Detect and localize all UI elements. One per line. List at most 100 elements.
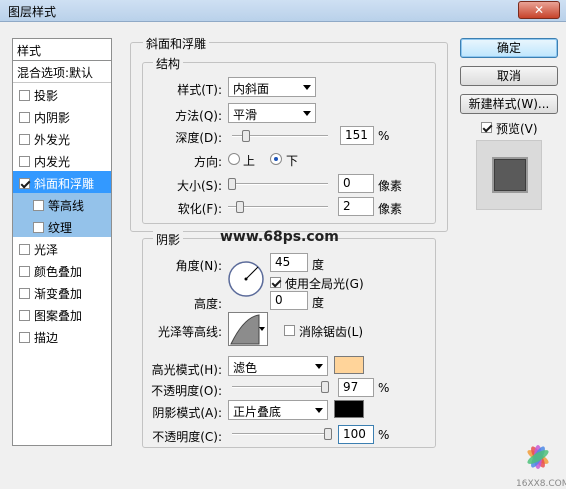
depth-input[interactable]: 151 [340, 126, 374, 145]
style-checkbox[interactable] [19, 310, 30, 321]
style-list-item[interactable]: 纹理 [13, 215, 111, 237]
blending-options-item[interactable]: 混合选项:默认 [13, 61, 111, 83]
soften-slider-thumb[interactable] [236, 201, 244, 213]
angle-input[interactable]: 45 [270, 253, 308, 272]
style-list-item-label: 图案叠加 [34, 309, 83, 323]
style-checkbox[interactable] [19, 266, 30, 277]
shadow-mode-value: 正片叠底 [233, 405, 282, 419]
style-checkbox[interactable] [33, 222, 44, 233]
style-list-item[interactable]: 图案叠加 [13, 303, 111, 325]
altitude-label: 高度: [193, 297, 222, 311]
shadow-opacity-unit: % [378, 428, 390, 442]
direction-down-radio[interactable] [270, 153, 282, 165]
highlight-opacity-slider[interactable] [232, 381, 329, 393]
highlight-mode-select[interactable]: 滤色 [228, 356, 328, 376]
size-unit: 像素 [378, 179, 403, 193]
dialog-body: 样式 混合选项:默认 投影 内阴影 外发光 内发光 斜面和浮雕 等高线 纹理 光泽 颜色叠加 渐变… [0, 22, 566, 489]
preview-swatch [494, 159, 526, 191]
size-slider[interactable] [228, 178, 328, 190]
style-list: 样式 混合选项:默认 投影 内阴影 外发光内发光斜面和浮雕等高线 纹理光泽颜色叠加 渐变… [12, 38, 112, 446]
style-checkbox[interactable] [19, 90, 30, 101]
shadow-mode-select[interactable]: 正片叠底 [228, 400, 328, 420]
angle-label: 角度(N): [175, 259, 222, 273]
style-list-item[interactable]: 颜色叠加 [13, 259, 111, 281]
close-button[interactable]: ✕ [518, 1, 560, 19]
shadow-color-swatch[interactable] [334, 400, 364, 418]
soften-input[interactable]: 2 [338, 197, 374, 216]
global-light-checkbox[interactable] [270, 277, 281, 288]
highlight-opacity-input[interactable]: 97 [338, 378, 374, 397]
structure-title: 结构 [153, 55, 184, 72]
shadow-opacity-slider[interactable] [232, 428, 332, 440]
direction-up-radio[interactable] [228, 153, 240, 165]
style-list-item[interactable]: 斜面和浮雕 [13, 171, 111, 193]
antialias-checkbox[interactable] [284, 325, 295, 336]
preview-thumbnail [476, 140, 542, 210]
soften-slider[interactable] [228, 201, 328, 213]
style-list-item[interactable]: 描边 [13, 325, 111, 347]
direction-up-label[interactable]: 上 [243, 152, 255, 169]
style-list-item[interactable]: 光泽 [13, 237, 111, 259]
style-checkbox[interactable] [19, 156, 30, 167]
depth-slider[interactable] [232, 130, 328, 142]
window-title: 图层样式 [8, 5, 57, 19]
style-list-item[interactable]: 等高线 [13, 193, 111, 215]
style-checkbox[interactable] [19, 112, 30, 123]
style-list-item[interactable]: 内阴影 [13, 105, 111, 127]
shadow-opacity-thumb[interactable] [324, 428, 332, 440]
gloss-contour-label: 光泽等高线: [157, 325, 222, 339]
new-style-button[interactable]: 新建样式(W)... [460, 94, 558, 114]
style-list-item[interactable]: 外发光 [13, 127, 111, 149]
antialias-label[interactable]: 消除锯齿(L) [299, 323, 363, 340]
size-label: 大小(S): [176, 179, 222, 193]
style-list-header[interactable]: 样式 [13, 39, 111, 61]
shadow-opacity-label: 不透明度(C): [152, 430, 222, 444]
title-bar: 图层样式 ✕ [0, 0, 566, 22]
size-input[interactable]: 0 [338, 174, 374, 193]
style-select[interactable]: 内斜面 [228, 77, 316, 97]
ok-button[interactable]: 确定 [460, 38, 558, 58]
style-list-item-label: 斜面和浮雕 [34, 177, 95, 191]
chevron-down-icon [303, 111, 311, 116]
style-list-item-label: 内发光 [34, 155, 71, 169]
style-list-item[interactable]: 内发光 [13, 149, 111, 171]
direction-down-label[interactable]: 下 [286, 152, 298, 169]
style-checkbox[interactable] [19, 134, 30, 145]
chevron-down-icon [315, 364, 323, 369]
style-list-item[interactable]: 渐变叠加 [13, 281, 111, 303]
style-checkbox[interactable] [19, 244, 30, 255]
cancel-button[interactable]: 取消 [460, 66, 558, 86]
global-light-label[interactable]: 使用全局光(G) [285, 275, 364, 292]
depth-slider-thumb[interactable] [242, 130, 250, 142]
preview-label[interactable]: 预览(V) [496, 120, 538, 137]
technique-select-value: 平滑 [233, 108, 258, 122]
highlight-opacity-label: 不透明度(O): [151, 384, 222, 398]
watermark-text: www.68ps.com [220, 229, 339, 245]
highlight-opacity-unit: % [378, 381, 390, 395]
style-checkbox[interactable] [33, 200, 44, 211]
style-list-item-label: 光泽 [34, 243, 59, 257]
highlight-opacity-thumb[interactable] [321, 381, 329, 393]
flower-logo-icon [527, 445, 549, 469]
style-list-item-label: 描边 [34, 331, 59, 345]
angle-dial[interactable] [227, 260, 265, 298]
technique-select[interactable]: 平滑 [228, 103, 316, 123]
size-slider-thumb[interactable] [228, 178, 236, 190]
highlight-color-swatch[interactable] [334, 356, 364, 374]
chevron-down-icon [303, 85, 311, 90]
angle-unit: 度 [312, 258, 325, 272]
shadow-opacity-input[interactable]: 100 [338, 425, 374, 444]
contour-curve-icon [230, 314, 260, 345]
depth-label: 深度(D): [175, 131, 222, 145]
chevron-down-icon [315, 408, 323, 413]
chevron-down-icon [259, 327, 265, 331]
style-label: 样式(T): [177, 83, 222, 97]
style-list-item[interactable]: 投影 [13, 83, 111, 105]
style-checkbox[interactable] [19, 288, 30, 299]
gloss-contour-picker[interactable] [228, 312, 268, 346]
bevel-emboss-title: 斜面和浮雕 [143, 35, 210, 52]
style-checkbox[interactable] [19, 178, 30, 189]
preview-checkbox[interactable] [481, 122, 492, 133]
altitude-input[interactable]: 0 [270, 291, 308, 310]
style-checkbox[interactable] [19, 332, 30, 343]
